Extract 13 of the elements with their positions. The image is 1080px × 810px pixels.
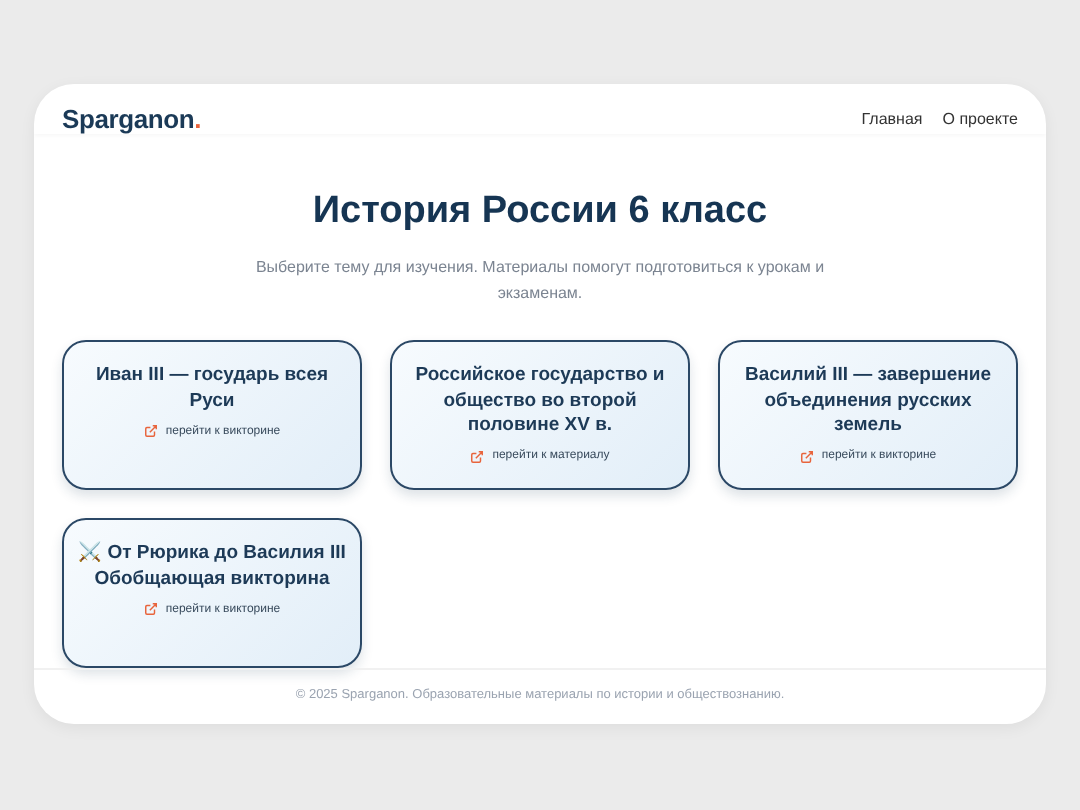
card-title: Иван III — государь всея Руси <box>93 364 331 414</box>
nav-link[interactable]: О проекте <box>942 109 1018 127</box>
nav-link[interactable]: Главная <box>861 109 923 127</box>
card-title: ⚔ От Рюрика до Василия III Обобщающая викторина <box>76 542 348 592</box>
external-link-icon <box>143 424 158 438</box>
page-title: История России 6 класс <box>310 190 770 234</box>
external-link-icon <box>143 602 158 616</box>
logo[interactable]: Sparganon. <box>62 103 202 133</box>
external-link-icon <box>799 449 814 463</box>
page-subtitle: Выберите тему для изучения. Материалы помогут подготовиться к урокам и экзаменам. <box>253 256 827 306</box>
card-title: Василий III — завершение объединения русских земель <box>742 364 994 439</box>
card-title: Российское государство и общество во второй половине XV в. <box>413 364 667 439</box>
external-link-icon <box>470 449 485 463</box>
